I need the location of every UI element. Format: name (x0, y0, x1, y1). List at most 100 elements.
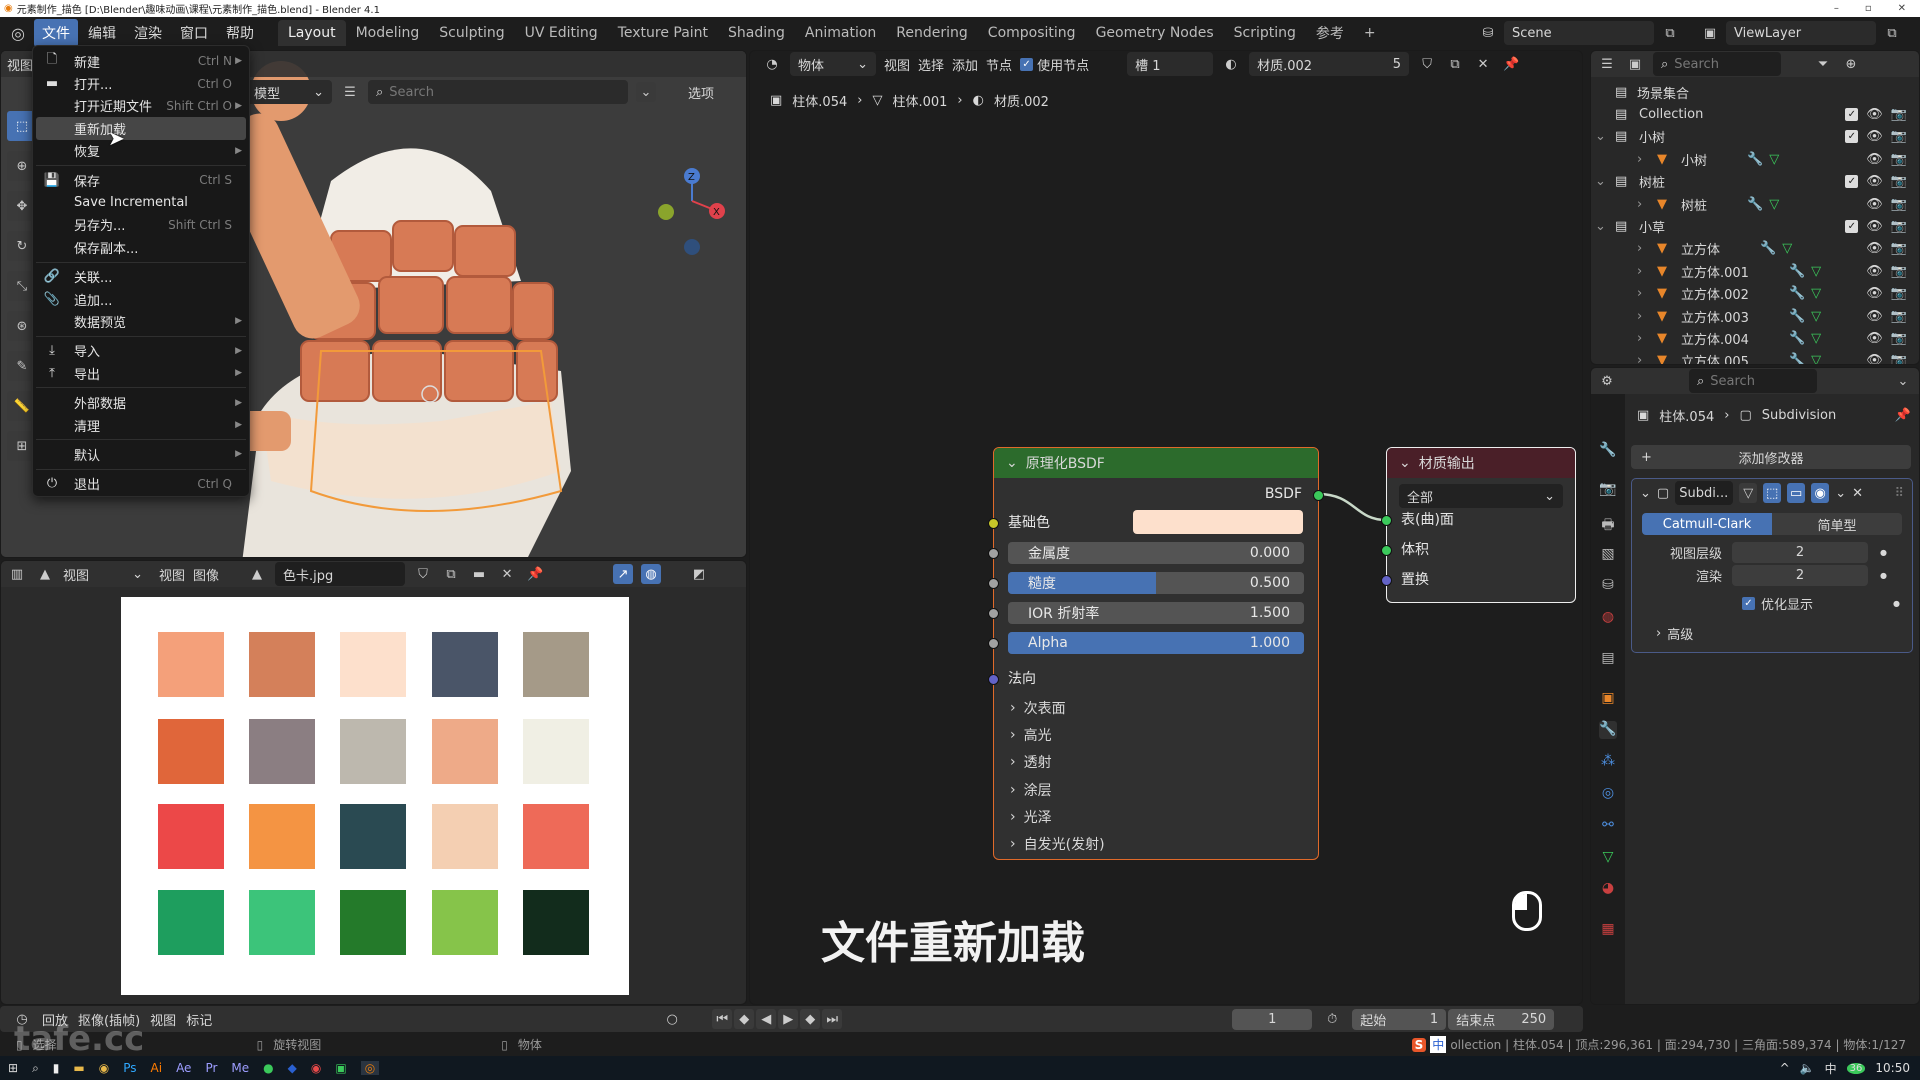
expand-chevron-icon[interactable]: › (1637, 241, 1657, 256)
blender-taskbar-icon[interactable]: ◎ (360, 1061, 380, 1075)
image-view-menu[interactable]: 视图 (159, 565, 185, 584)
menu-1[interactable]: 编辑 (80, 19, 124, 47)
mesh-data-icon[interactable]: ▽ (1811, 286, 1821, 301)
texture-tab-icon[interactable]: ▦ (1599, 921, 1617, 939)
modifier-icon[interactable]: 🔧 (1789, 353, 1805, 364)
modifier-icon[interactable]: 🔧 (1747, 197, 1763, 212)
camera-icon[interactable]: 📷 (1891, 353, 1907, 364)
exclude-checkbox[interactable]: ✓ (1845, 130, 1859, 144)
outliner-search[interactable]: ⌕ Search (1653, 52, 1781, 76)
camera-icon[interactable]: 📷 (1891, 286, 1907, 301)
object-tab-icon[interactable]: ▣ (1599, 690, 1617, 708)
eye-icon[interactable]: 👁 (1866, 174, 1883, 189)
outliner-row[interactable]: › ▼ 立方体 🔧 ▽ 👁 📷 (1615, 238, 1919, 260)
eye-icon[interactable]: 👁 (1866, 219, 1883, 234)
file-menu-item[interactable]: ⤒ 导出 ▶ (36, 362, 246, 384)
data-tab-icon[interactable]: ▽ (1599, 849, 1617, 867)
next-keyframe-icon[interactable]: ◆ (800, 1009, 821, 1029)
camera-icon[interactable]: 📷 (1891, 219, 1907, 234)
file-menu-item[interactable]: ⤓ 导入 ▶ (36, 340, 246, 362)
principled-bsdf-node[interactable]: ⌄ 原理化BSDF BSDF 基础色 法向 › 次表面 › 高光 › 透射 › 涂层 › 光泽 › 自发… (988, 447, 1324, 860)
base-color-swatch[interactable] (1133, 510, 1303, 534)
camera-icon[interactable]: 📷 (1891, 152, 1907, 167)
expand-chevron-icon[interactable]: › (1637, 286, 1657, 301)
unlink-image-icon[interactable]: ✕ (497, 564, 517, 584)
workspace-tab[interactable]: Sculpting (429, 20, 514, 46)
optimal-display-row[interactable]: ✓ 优化显示 ● (1632, 592, 1912, 614)
value-slider[interactable]: IOR 折射率 1.500 (1008, 602, 1304, 624)
displacement-socket[interactable] (1381, 575, 1392, 586)
checkbox-icon[interactable]: ✓ (1742, 596, 1755, 610)
menu-2[interactable]: 渲染 (126, 19, 170, 47)
levels-viewport-field[interactable]: 2 (1732, 541, 1868, 563)
recorder-icon[interactable]: ◉ (311, 1061, 321, 1075)
base-color-socket[interactable] (988, 518, 999, 529)
editor-type-icon[interactable]: ☰ (1597, 54, 1617, 74)
pin-icon[interactable]: 📌 (1895, 408, 1911, 423)
collapse-chevron-icon[interactable]: ⌄ (1399, 455, 1411, 471)
eye-icon[interactable]: 👁 (1866, 152, 1883, 167)
outliner-row[interactable]: ⌄ ▤ 小树 ✓ 👁 📷 (1595, 126, 1919, 148)
camera-icon[interactable]: 📷 (1891, 174, 1907, 189)
auto-keying-icon[interactable]: ○ (662, 1009, 682, 1029)
modifier-icon[interactable]: 🔧 (1760, 241, 1776, 256)
add-workspace-button[interactable]: + (1354, 20, 1386, 46)
gizmo-toggle-icon[interactable]: ↗ (613, 564, 634, 584)
modifier-icon[interactable]: 🔧 (1789, 264, 1805, 279)
workspace-tab[interactable]: 参考 (1306, 18, 1354, 48)
scene-tab-icon[interactable]: ⛁ (1599, 577, 1617, 595)
fake-user-icon[interactable]: ⛉ (413, 564, 433, 584)
eye-icon[interactable]: 👁 (1866, 197, 1883, 212)
photoshop-icon[interactable]: Ps (123, 1061, 136, 1075)
image-mode-dropdown[interactable]: 视图 ⌄ (63, 565, 143, 584)
app-icon[interactable]: ◆ (288, 1061, 297, 1075)
camera-icon[interactable]: 📷 (1891, 129, 1907, 144)
edit-mode-icon[interactable]: ⬚ (1763, 483, 1782, 503)
input-socket[interactable] (988, 578, 999, 589)
volume-icon[interactable]: 🔈 (1800, 1061, 1815, 1075)
new-viewlayer-icon[interactable]: ⧉ (1882, 23, 1902, 43)
workspace-tab[interactable]: Geometry Nodes (1086, 20, 1224, 46)
play-icon[interactable]: ▶ (778, 1009, 799, 1029)
mesh-data-icon[interactable]: ▽ (1769, 152, 1779, 167)
outliner-row[interactable]: › ▼ 立方体.005 🔧 ▽ 👁 📷 (1615, 350, 1919, 364)
viewport-view-menu[interactable]: 视图 (7, 55, 33, 74)
expand-chevron-icon[interactable]: ⌄ (1595, 174, 1615, 189)
mesh-data-icon[interactable]: ▽ (1811, 353, 1821, 364)
new-scene-icon[interactable]: ⧉ (1660, 23, 1680, 43)
workspace-tab[interactable]: Shading (718, 20, 795, 46)
options-menu[interactable]: 选项 (688, 83, 714, 102)
editor-type-icon[interactable]: ▥ (7, 564, 27, 584)
minimize-button[interactable]: – (1834, 3, 1839, 14)
normal-socket[interactable] (988, 674, 999, 685)
tray-ime[interactable]: 中 (1825, 1060, 1837, 1077)
render-display-icon[interactable]: ◉ (1811, 483, 1830, 503)
image-image-menu[interactable]: 图像 (193, 565, 219, 584)
edit-mode-cage-icon[interactable]: ▽ (1739, 483, 1758, 503)
file-menu-item[interactable]: 📎 追加... (36, 288, 246, 310)
file-menu-item[interactable]: 🔗 关联... (36, 266, 246, 288)
maximize-button[interactable]: ▫ (1865, 3, 1872, 14)
chrome-icon[interactable]: ◉ (99, 1061, 109, 1075)
file-menu-item[interactable]: 清理 ▶ (36, 414, 246, 436)
expand-chevron-icon[interactable]: › (1637, 197, 1657, 212)
modifier-icon[interactable]: 🔧 (1789, 309, 1805, 324)
eye-icon[interactable]: 👁 (1866, 331, 1883, 346)
mode-dropdown[interactable]: 模型 ⌄ (246, 80, 332, 104)
blender-menu-icon[interactable]: ◎ (8, 23, 28, 43)
camera-icon[interactable]: 📷 (1891, 197, 1907, 212)
surface-socket[interactable] (1381, 515, 1392, 526)
pin-icon[interactable]: 📌 (525, 564, 545, 584)
view-layer-tab-icon[interactable]: ▧ (1599, 546, 1617, 564)
eye-icon[interactable]: 👁 (1866, 309, 1883, 324)
outliner-row[interactable]: › ▼ 小树 🔧 ▽ 👁 📷 (1615, 148, 1919, 170)
start-frame-field[interactable]: 起始 1 (1352, 1008, 1447, 1030)
value-slider[interactable]: 金属度 0.000 (1008, 542, 1304, 564)
expand-chevron-icon[interactable]: › (1637, 331, 1657, 346)
close-window-button[interactable]: ✕ (1898, 3, 1906, 14)
outliner-filter-icon[interactable]: ☰ (340, 82, 360, 102)
play-reverse-icon[interactable]: ◀ (756, 1009, 777, 1029)
simple-option[interactable]: 简单型 (1772, 513, 1902, 535)
constraints-tab-icon[interactable]: ⚯ (1599, 817, 1617, 835)
bsdf-subpanel[interactable]: › 光泽 (1010, 803, 1105, 830)
